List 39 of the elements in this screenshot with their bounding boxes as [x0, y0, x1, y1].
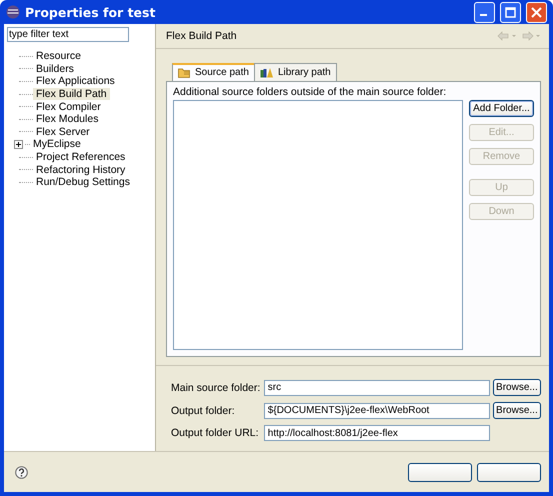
tree-item[interactable]: Flex Compiler — [33, 100, 104, 113]
filter-field[interactable]: type filter text — [7, 27, 129, 42]
page-title: Flex Build Path — [166, 30, 238, 42]
input-field[interactable]: src — [264, 380, 490, 396]
tree-item[interactable]: Resource — [33, 50, 84, 62]
app-icon — [6, 5, 20, 19]
maximize-button[interactable] — [500, 2, 521, 22]
field-label: Main source folder: — [171, 382, 261, 394]
tree-item[interactable]: Flex Server — [33, 126, 93, 138]
help-icon[interactable] — [15, 466, 28, 478]
input-field[interactable]: http://localhost:8081/j2ee-flex — [264, 425, 490, 441]
expand-icon[interactable] — [14, 140, 23, 149]
minimize-button[interactable] — [474, 2, 495, 22]
tree-item[interactable]: Refactoring History — [33, 164, 128, 176]
tree-item[interactable]: Run/Debug Settings — [33, 176, 133, 188]
dialog-button[interactable] — [408, 462, 472, 482]
field-label: Output folder: — [171, 404, 236, 416]
field-label: Output folder URL: — [171, 427, 260, 439]
action-button[interactable]: Add Folder... — [469, 100, 534, 117]
dialog-button[interactable] — [477, 462, 541, 482]
books-icon — [260, 67, 274, 78]
tree-item[interactable]: Flex Modules — [33, 113, 102, 126]
browse-button[interactable]: Browse... — [492, 402, 541, 419]
tree-item[interactable]: Flex Applications — [33, 75, 118, 88]
maximize-icon — [505, 6, 516, 18]
list-label: Additional source folders outside of the main source folder: — [173, 86, 448, 98]
browse-button[interactable]: Browse... — [492, 379, 541, 396]
tree-item[interactable]: MyEclipse — [30, 138, 84, 150]
tree-item[interactable]: Builders — [33, 62, 77, 75]
minimize-icon — [480, 14, 486, 16]
tab[interactable]: Source path — [172, 63, 255, 81]
folder-icon — [178, 67, 191, 78]
close-icon — [531, 6, 542, 18]
window-title: Properties for test — [25, 4, 156, 20]
tree-item[interactable]: Project References — [33, 151, 128, 164]
input-field[interactable]: ${DOCUMENTS}\j2ee-flex\WebRoot — [264, 402, 490, 418]
tree-item[interactable]: Flex Build Path — [33, 88, 110, 100]
tab[interactable]: Library path — [254, 63, 337, 81]
close-button[interactable] — [526, 2, 547, 22]
